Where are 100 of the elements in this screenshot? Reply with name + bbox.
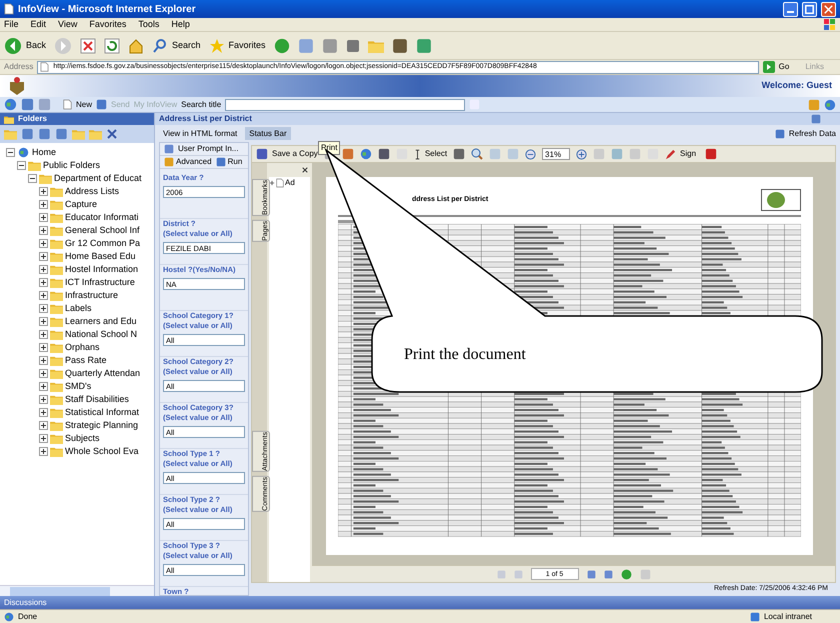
expand-icon[interactable]: [39, 239, 48, 248]
expand-icon[interactable]: [39, 330, 48, 339]
globe-icon[interactable]: [360, 148, 372, 160]
report-tab[interactable]: Status Bar: [245, 127, 291, 140]
tooltip: Print: [318, 141, 340, 155]
menu-item[interactable]: Edit: [30, 18, 46, 32]
discussions-bar[interactable]: Discussions: [0, 596, 840, 609]
zoom-in-icon[interactable]: [471, 148, 484, 160]
folder-item[interactable]: Pass Rate: [65, 354, 107, 368]
folder-item[interactable]: Learners and Edu: [65, 314, 137, 328]
folder-item[interactable]: SMD's: [65, 380, 92, 394]
advanced-button[interactable]: Advanced: [164, 156, 212, 168]
folder-icon: [39, 173, 52, 184]
folder-icon: [50, 277, 63, 288]
crest-icon: [8, 76, 26, 96]
select-tool-button[interactable]: Select: [414, 148, 448, 160]
home-icon[interactable]: [128, 38, 144, 54]
expand-icon[interactable]: [39, 317, 48, 326]
collapse-icon[interactable]: [6, 148, 15, 157]
collapse-icon[interactable]: [28, 174, 37, 183]
folder-item[interactable]: National School N: [65, 328, 138, 342]
delete-icon[interactable]: [106, 128, 118, 140]
maximize-button[interactable]: [802, 2, 817, 16]
search-field[interactable]: [225, 98, 466, 110]
stop-icon[interactable]: [80, 38, 96, 54]
expand-icon[interactable]: [39, 343, 48, 352]
folder-item[interactable]: Gr 12 Common Pa: [65, 236, 140, 250]
zoom-field[interactable]: 31%: [542, 148, 570, 160]
expand-icon[interactable]: [39, 304, 48, 313]
help-icon[interactable]: [824, 98, 836, 110]
folder-icon: [50, 446, 63, 457]
folder-item[interactable]: General School Inf: [65, 224, 140, 238]
menu-item[interactable]: Tools: [138, 18, 160, 32]
pen-icon: [665, 148, 676, 160]
folder-item[interactable]: Capture: [65, 198, 98, 212]
folder-item[interactable]: ICT Infrastructure: [65, 276, 135, 290]
expand-icon[interactable]: [39, 369, 48, 378]
folder-item[interactable]: Staff Disabilities: [65, 392, 129, 406]
expand-icon[interactable]: [39, 447, 48, 456]
zoom-out-icon[interactable]: [525, 148, 536, 160]
sign-button[interactable]: Sign: [665, 148, 696, 160]
folder-icon: [50, 420, 63, 431]
folder-item[interactable]: Infrastructure: [65, 288, 118, 302]
folder-item[interactable]: Subjects: [65, 432, 100, 446]
folder-item[interactable]: Home: [32, 146, 56, 160]
back-button[interactable]: Back: [4, 36, 46, 54]
globe-icon: [17, 147, 30, 158]
close-icon[interactable]: [302, 167, 308, 173]
folder-item[interactable]: Educator Informati: [65, 210, 139, 224]
expand-icon[interactable]: [39, 434, 48, 443]
panel-title: Folders: [18, 113, 47, 125]
expand-icon[interactable]: [269, 180, 275, 186]
expand-icon[interactable]: [39, 408, 48, 417]
expand-icon[interactable]: [39, 252, 48, 261]
save-copy-button[interactable]: Save a Copy: [256, 148, 318, 160]
home-globe-icon[interactable]: [4, 98, 17, 111]
expand-icon[interactable]: [39, 382, 48, 391]
folder-item[interactable]: Address Lists: [65, 184, 120, 198]
folder-item[interactable]: Public Folders: [43, 158, 100, 172]
bookmark-item[interactable]: Ad: [285, 177, 295, 189]
menu-item[interactable]: View: [58, 18, 78, 32]
folder-item[interactable]: Strategic Planning: [65, 418, 138, 432]
expand-icon[interactable]: [39, 265, 48, 274]
folder-item[interactable]: Orphans: [65, 340, 100, 354]
expand-icon[interactable]: [39, 200, 48, 209]
expand-icon[interactable]: [39, 226, 48, 235]
expand-icon[interactable]: [39, 421, 48, 430]
new-button[interactable]: New: [63, 98, 92, 110]
zoom-plus-icon[interactable]: [576, 148, 588, 160]
folder-item[interactable]: Hostel Information: [65, 262, 138, 276]
folder-item[interactable]: Home Based Edu: [65, 250, 136, 264]
folder-item[interactable]: Department of Educat: [54, 172, 142, 186]
expand-icon[interactable]: [39, 213, 48, 222]
folder-item[interactable]: Quarterly Attendan: [65, 366, 140, 380]
close-button[interactable]: [821, 2, 836, 16]
folder-item[interactable]: Labels: [65, 302, 92, 316]
expand-icon[interactable]: [39, 278, 48, 287]
search-button[interactable]: Search: [152, 38, 201, 54]
minimize-button[interactable]: [783, 2, 798, 16]
go-button[interactable]: Go: [762, 61, 790, 73]
search-title-label[interactable]: Search title: [181, 98, 222, 110]
run-button[interactable]: Run: [216, 156, 242, 168]
collapse-icon[interactable]: [17, 161, 26, 170]
horizontal-scrollbar[interactable]: [0, 585, 154, 596]
folder-item[interactable]: Whole School Eva: [65, 444, 139, 458]
prompt-panel-dropdown[interactable]: User Prompt In...: [178, 143, 238, 155]
minimize-icon: [787, 10, 794, 12]
folder-item[interactable]: Statistical Informat: [65, 406, 140, 420]
menu-item[interactable]: Favorites: [89, 18, 126, 32]
expand-icon[interactable]: [39, 291, 48, 300]
folder-icon: [50, 342, 63, 353]
menu-item[interactable]: File: [4, 18, 19, 32]
expand-icon[interactable]: [39, 187, 48, 196]
refresh-data-button[interactable]: Refresh Data: [774, 128, 836, 140]
menu-item[interactable]: Help: [171, 18, 190, 32]
expand-icon[interactable]: [39, 356, 48, 365]
folder-icon: [50, 381, 63, 392]
favorites-button[interactable]: Favorites: [208, 38, 266, 54]
expand-icon[interactable]: [39, 395, 48, 404]
report-tab[interactable]: View in HTML format: [159, 127, 242, 140]
